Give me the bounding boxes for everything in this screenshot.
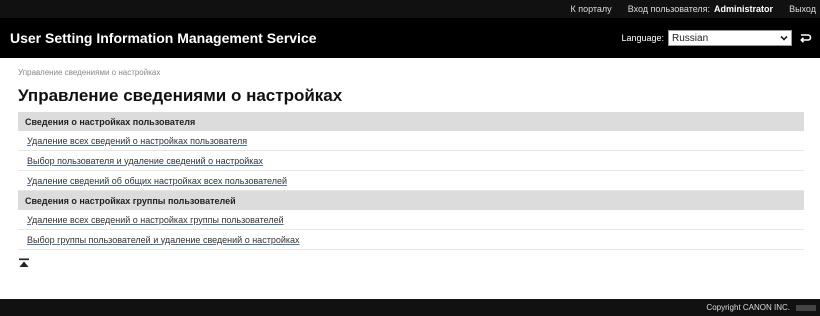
portal-link[interactable]: К порталу xyxy=(570,4,611,14)
language-controls: Language: Russian xyxy=(621,30,812,46)
list-item: Удаление всех сведений о настройках груп… xyxy=(18,210,804,230)
language-label: Language: xyxy=(621,33,664,43)
footer-mark xyxy=(796,304,816,311)
breadcrumb: Управление сведениями о настройках xyxy=(18,68,161,77)
language-select[interactable]: Russian xyxy=(668,30,792,46)
delete-all-group-settings-link[interactable]: Удаление всех сведений о настройках груп… xyxy=(27,215,284,225)
section-header-user-settings: Сведения о настройках пользователя xyxy=(18,112,804,131)
top-navigation-bar: К порталу Вход пользователя: Administrato… xyxy=(0,0,820,18)
scroll-to-top-button[interactable] xyxy=(18,256,30,268)
list-item: Выбор группы пользователей и удаление св… xyxy=(18,230,804,250)
application-header: User Setting Information Management Serv… xyxy=(0,18,820,58)
delete-common-settings-link[interactable]: Удаление сведений об общих настройках вс… xyxy=(27,176,287,186)
arrow-to-top-icon xyxy=(19,258,29,267)
delete-all-user-settings-link[interactable]: Удаление всех сведений о настройках поль… xyxy=(27,136,247,146)
main-content: Управление сведениями о настройках Управ… xyxy=(18,68,804,268)
copyright-text: Copyright CANON INC. xyxy=(706,303,790,312)
section-header-group-settings: Сведения о настройках группы пользовател… xyxy=(18,191,804,210)
list-item: Удаление всех сведений о настройках поль… xyxy=(18,131,804,151)
app-title: User Setting Information Management Serv… xyxy=(10,30,317,46)
footer: Copyright CANON INC. xyxy=(0,299,820,316)
language-selected-value: Russian xyxy=(672,32,709,44)
list-item: Выбор пользователя и удаление сведений о… xyxy=(18,151,804,171)
select-group-delete-settings-link[interactable]: Выбор группы пользователей и удаление св… xyxy=(27,235,300,245)
list-item: Удаление сведений об общих настройках вс… xyxy=(18,171,804,191)
return-arrow-icon xyxy=(800,34,812,43)
logout-link[interactable]: Выход xyxy=(789,4,816,14)
user-name: Administrator xyxy=(714,4,774,14)
select-user-delete-settings-link[interactable]: Выбор пользователя и удаление сведений о… xyxy=(27,156,263,166)
login-label: Вход пользователя: xyxy=(627,4,711,14)
logged-in-user: Вход пользователя: Administrator xyxy=(628,4,773,14)
chevron-down-icon xyxy=(780,35,788,41)
apply-language-button[interactable] xyxy=(798,31,812,45)
page-title: Управление сведениями о настройках xyxy=(18,86,343,105)
